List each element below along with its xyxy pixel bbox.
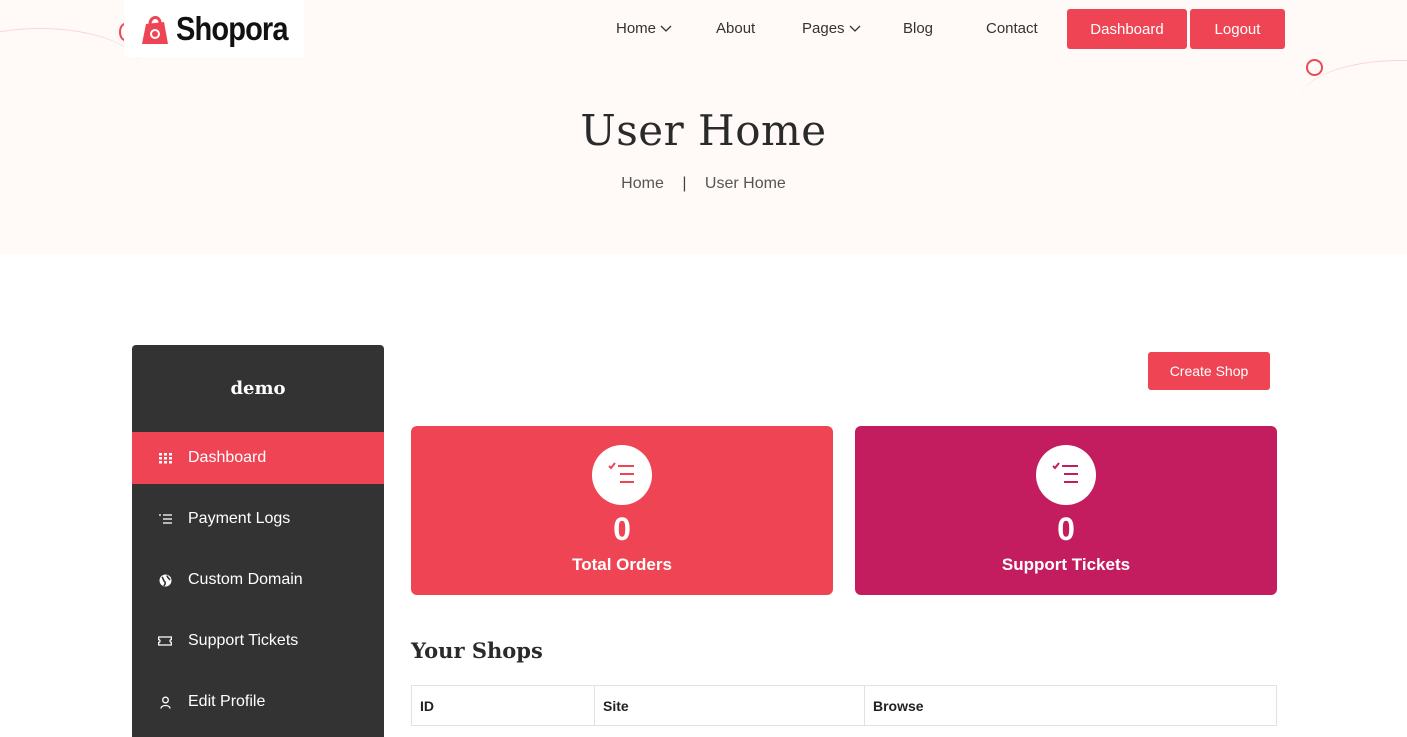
nav-blog[interactable]: Blog: [903, 20, 933, 37]
sidebar-item-label: Payment Logs: [188, 510, 291, 527]
breadcrumb: Home | User Home: [0, 175, 1407, 193]
list-icon: [158, 512, 172, 526]
breadcrumb-current: User Home: [704, 175, 786, 192]
shops-heading: Your Shops: [411, 638, 543, 663]
shopping-bag-icon: [138, 12, 172, 46]
nav-contact[interactable]: Contact: [986, 20, 1038, 37]
sidebar-item-edit-profile[interactable]: Edit Profile: [132, 676, 384, 728]
chevron-down-icon: [849, 25, 861, 32]
globe-icon: [158, 573, 172, 587]
nav-home-label: Home: [616, 20, 657, 37]
column-header-site: Site: [594, 685, 865, 726]
nav-home[interactable]: Home: [616, 20, 672, 37]
sidebar-item-custom-domain[interactable]: Custom Domain: [132, 554, 384, 606]
nav-pages-label: Pages: [802, 20, 845, 37]
site-logo[interactable]: Shopora: [124, 0, 304, 57]
decorative-curve: [0, 28, 140, 108]
column-header-id: ID: [411, 685, 595, 726]
create-shop-button[interactable]: Create Shop: [1148, 352, 1270, 390]
dashboard-button[interactable]: Dashboard: [1067, 9, 1187, 49]
sidebar-item-label: Support Tickets: [188, 632, 299, 649]
nav-blog-label: Blog: [903, 20, 934, 37]
user-sidebar: demo Dashboard Payment Logs Custom Domai…: [132, 345, 384, 737]
sidebar-username: demo: [230, 378, 286, 399]
checklist-icon: [1036, 445, 1096, 505]
stat-label: Support Tickets: [1001, 555, 1131, 574]
table-header-row: ID Site Browse: [411, 685, 1277, 726]
nav-contact-label: Contact: [986, 20, 1038, 37]
user-icon: [158, 695, 172, 709]
logo-text: Shopora: [176, 9, 289, 47]
ticket-icon: [158, 634, 172, 648]
grid-icon: [158, 451, 172, 465]
shops-table: ID Site Browse: [411, 685, 1277, 726]
hero-banner: Shopora Home About Pages Blog Contact Da…: [0, 0, 1407, 254]
decorative-ring: [1306, 59, 1323, 76]
logout-button[interactable]: Logout: [1190, 9, 1285, 49]
stat-card-total-orders: 0 Total Orders: [411, 426, 833, 595]
sidebar-item-support-tickets[interactable]: Support Tickets: [132, 615, 384, 667]
sidebar-item-label: Dashboard: [188, 449, 267, 466]
sidebar-item-dashboard[interactable]: Dashboard: [132, 432, 384, 484]
stat-card-support-tickets: 0 Support Tickets: [855, 426, 1277, 595]
chevron-down-icon: [660, 25, 672, 32]
breadcrumb-home[interactable]: Home: [621, 175, 664, 192]
checklist-icon: [592, 445, 652, 505]
sidebar-item-label: Edit Profile: [188, 693, 266, 710]
breadcrumb-separator: |: [682, 175, 687, 192]
stat-value: 0: [1057, 511, 1075, 547]
stat-value: 0: [613, 511, 631, 547]
sidebar-item-label: Custom Domain: [188, 571, 303, 588]
nav-pages[interactable]: Pages: [802, 20, 861, 37]
nav-about-label: About: [716, 20, 756, 37]
sidebar-item-payment-logs[interactable]: Payment Logs: [132, 493, 384, 545]
nav-about[interactable]: About: [716, 20, 755, 37]
column-header-browse: Browse: [864, 685, 1277, 726]
stat-label: Total Orders: [572, 555, 672, 574]
page-title: User Home: [580, 106, 827, 155]
